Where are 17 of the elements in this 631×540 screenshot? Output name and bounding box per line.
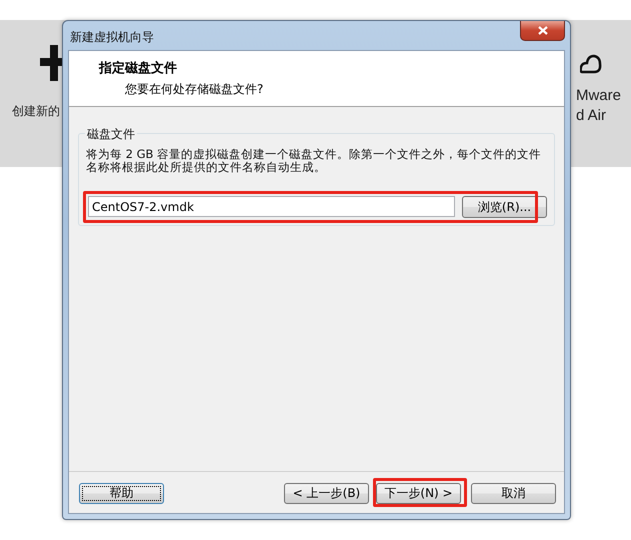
wizard-button[interactable]: < 上一步(B): [284, 483, 369, 504]
tile-label[interactable]: 创建新的: [12, 103, 64, 120]
cloud-icon: [580, 52, 602, 76]
file-name-field[interactable]: CentOS7-2.vmdk: [88, 196, 455, 217]
tile-label[interactable]: Mware: [576, 86, 621, 106]
group-title: 磁盘文件: [85, 126, 137, 143]
window-title: 新建虚拟机向导: [70, 29, 154, 46]
help-button[interactable]: 帮助: [79, 483, 164, 504]
tile-label[interactable]: d Air: [576, 106, 621, 126]
close-icon: [538, 26, 548, 35]
page-heading: 指定磁盘文件: [99, 60, 178, 77]
wizard-button[interactable]: 取消: [471, 483, 556, 504]
browse-button[interactable]: 浏览(R)...: [462, 196, 547, 218]
description-text: 将为每 2 GB 容量的虚拟磁盘创建一个磁盘文件。除第一个文件之外，每个文件的文件名称将根据此处所提供的文件名称自动生成。: [86, 148, 542, 174]
page-subtitle: 您要在何处存储磁盘文件?: [125, 81, 264, 98]
wizard-button[interactable]: 下一步(N) >: [376, 483, 461, 504]
close-button[interactable]: [520, 21, 565, 41]
